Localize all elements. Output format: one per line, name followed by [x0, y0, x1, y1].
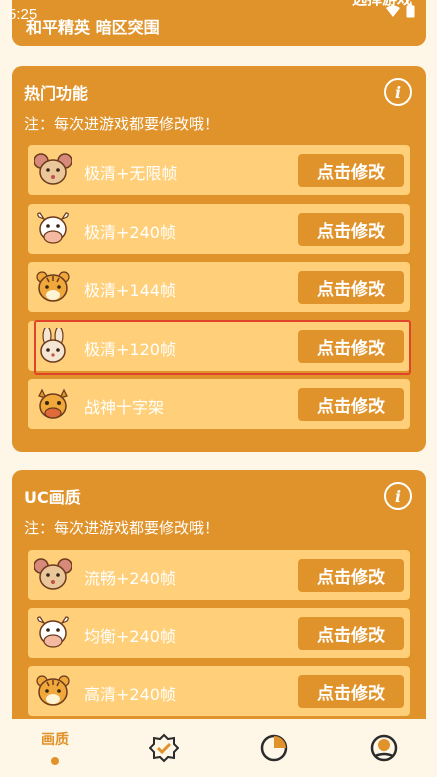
- mouse-icon: [34, 558, 72, 590]
- panel-note: 注：每次进游戏都要修改哦！: [24, 519, 220, 537]
- mouse-icon: [34, 153, 72, 185]
- hot-features-panel: 热门功能 i 注：每次进游戏都要修改哦！ 极清+无限帧 点击修改 极清+240帧…: [12, 66, 426, 452]
- battery-icon: [406, 4, 415, 18]
- modify-button[interactable]: 点击修改: [298, 154, 404, 187]
- panel-title: UC画质: [24, 488, 81, 507]
- nav-item-badge[interactable]: [134, 733, 194, 763]
- row-label: 流畅+240帧: [84, 569, 176, 588]
- modify-button[interactable]: 点击修改: [298, 675, 404, 708]
- panel-title: 热门功能: [24, 84, 89, 103]
- modify-button[interactable]: 点击修改: [298, 388, 404, 421]
- modify-button[interactable]: 点击修改: [298, 271, 404, 304]
- info-icon[interactable]: i: [384, 482, 412, 510]
- list-item: 均衡+240帧 点击修改: [28, 608, 410, 658]
- status-icons: [386, 4, 415, 18]
- modify-button[interactable]: 点击修改: [298, 559, 404, 592]
- nav-label: 画质: [41, 732, 69, 748]
- row-label: 极清+240帧: [84, 223, 176, 242]
- profile-icon: [370, 734, 398, 762]
- nav-item-profile[interactable]: [354, 733, 414, 763]
- row-label: 均衡+240帧: [84, 627, 176, 646]
- row-label: 极清+无限帧: [84, 164, 178, 183]
- tiger-icon: [36, 271, 70, 302]
- active-indicator: [51, 757, 59, 765]
- cow-icon: [37, 616, 69, 648]
- list-item: 流畅+240帧 点击修改: [28, 550, 410, 600]
- cow-icon: [37, 212, 69, 244]
- row-label: 战神十字架: [84, 398, 165, 417]
- info-icon[interactable]: i: [384, 78, 412, 106]
- nav-item-stats[interactable]: [244, 733, 304, 763]
- row-label: 高清+240帧: [84, 685, 176, 704]
- current-game-label: 和平精英 暗区突围: [26, 18, 160, 37]
- game-selector-card: 和平精英 暗区突围 选择游戏: [12, 0, 426, 46]
- bottom-nav: 画质: [0, 719, 437, 777]
- tiger-icon: [36, 675, 70, 706]
- dragon-icon: [38, 388, 68, 419]
- selected-row-highlight: [34, 320, 411, 375]
- pie-chart-icon: [260, 734, 288, 762]
- uc-quality-panel: UC画质 i 注：每次进游戏都要修改哦！ 流畅+240帧 点击修改 均衡+240…: [12, 470, 426, 740]
- modify-button[interactable]: 点击修改: [298, 617, 404, 650]
- status-time: 5:25: [8, 6, 38, 23]
- list-item: 极清+无限帧 点击修改: [28, 145, 410, 195]
- panel-note: 注：每次进游戏都要修改哦！: [24, 115, 220, 133]
- list-item: 战神十字架 点击修改: [28, 379, 410, 429]
- list-item: 高清+240帧 点击修改: [28, 666, 410, 716]
- list-item: 极清+240帧 点击修改: [28, 204, 410, 254]
- wifi-icon: [386, 5, 400, 17]
- row-label: 极清+144帧: [84, 281, 176, 300]
- badge-check-icon: [149, 733, 179, 763]
- modify-button[interactable]: 点击修改: [298, 213, 404, 246]
- nav-item-quality[interactable]: 画质: [25, 729, 85, 765]
- list-item: 极清+144帧 点击修改: [28, 262, 410, 312]
